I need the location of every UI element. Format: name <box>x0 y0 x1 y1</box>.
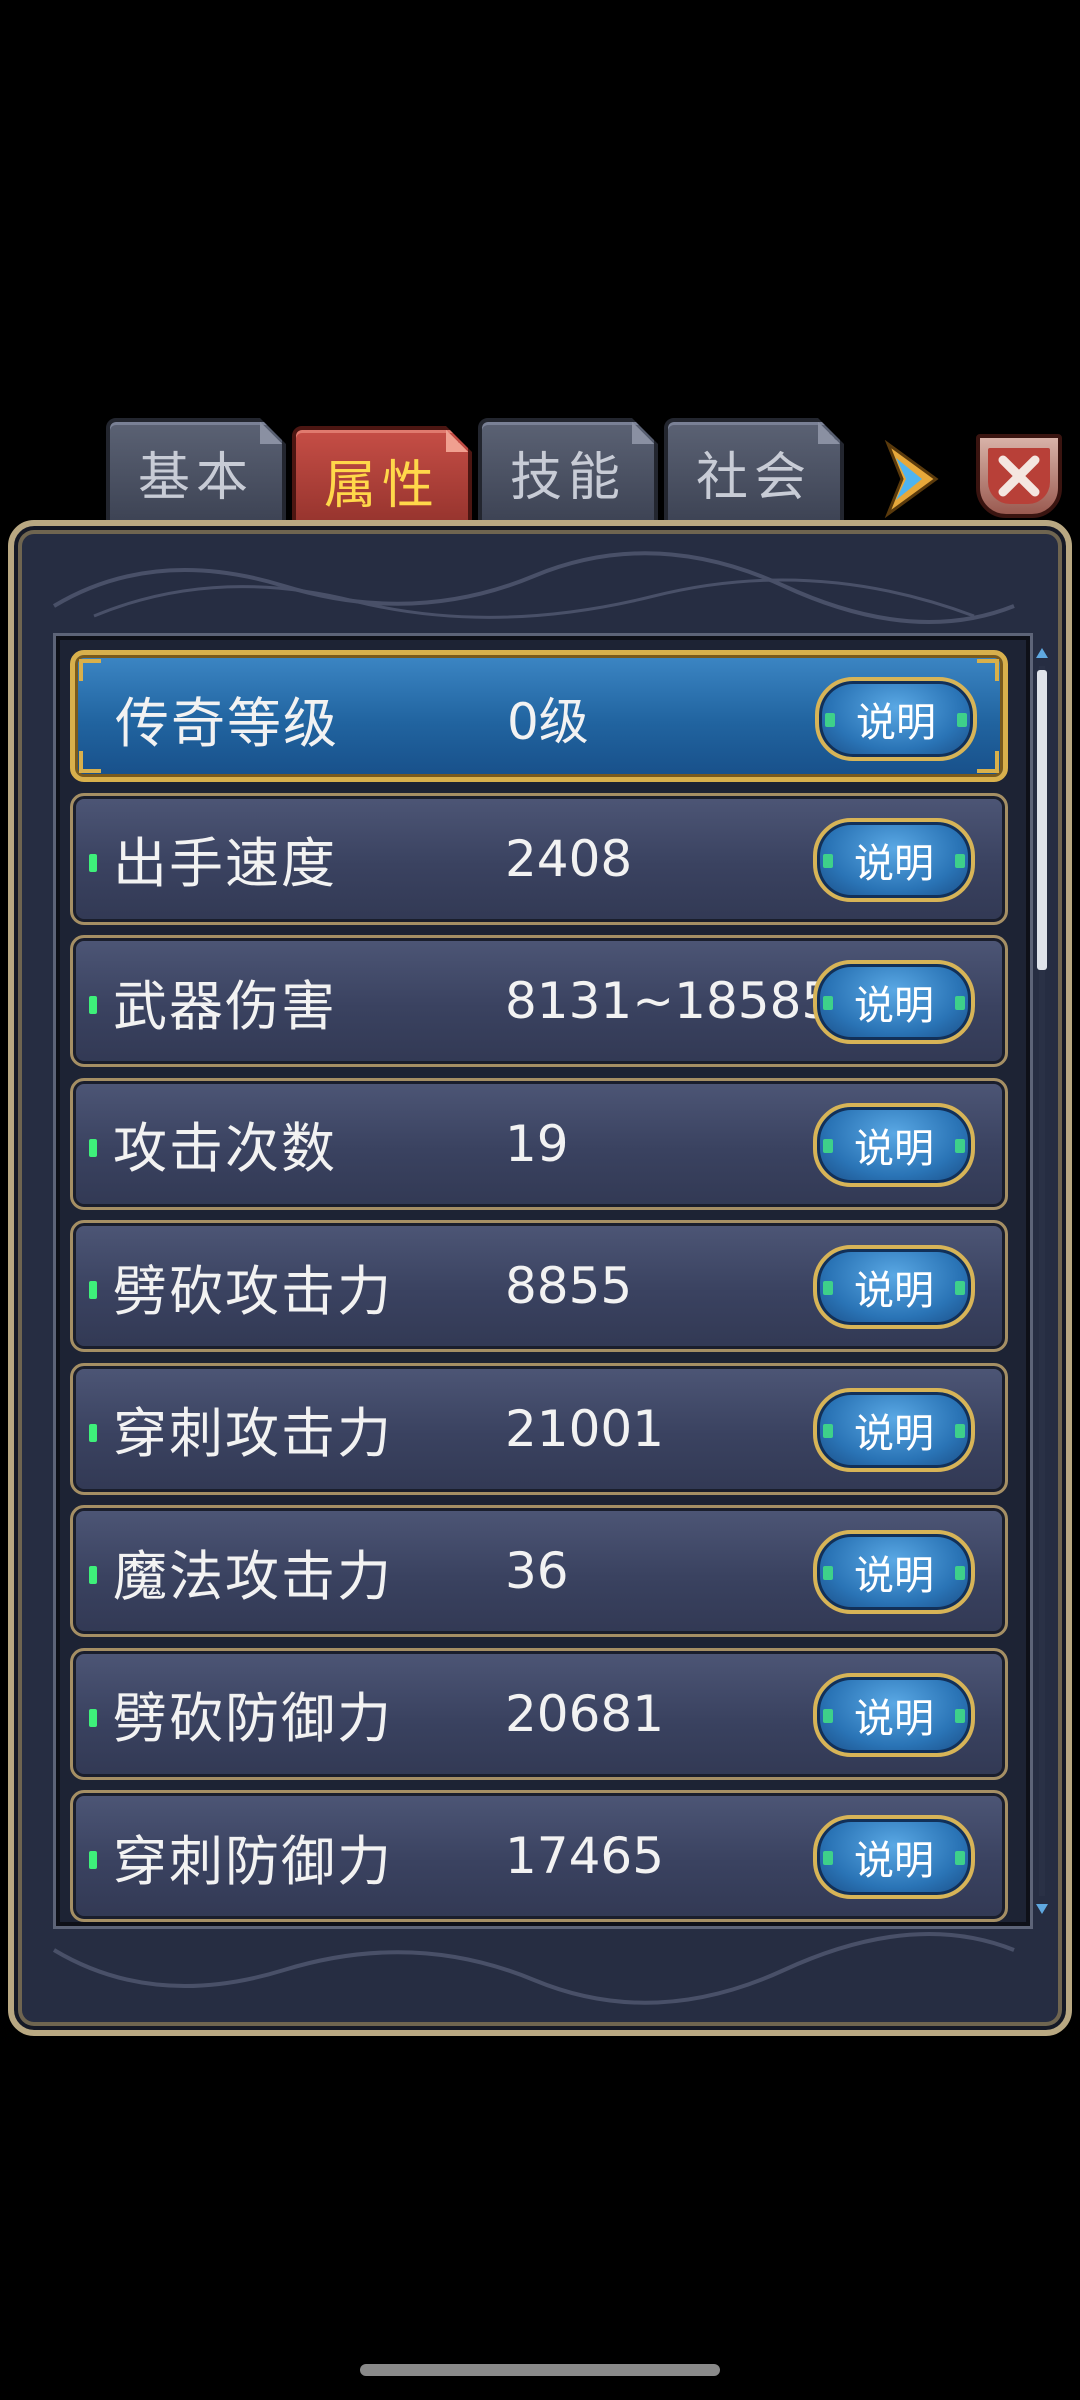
indicator-pip <box>89 853 97 872</box>
attribute-list[interactable]: 传奇等级 0级 说明 出手速度 2408 说明 武器伤害 8131~18585 说明 攻击次数 19… <box>53 633 1033 1929</box>
scroll-down-icon[interactable] <box>1036 1904 1048 1914</box>
attribute-value: 36 <box>505 1542 569 1600</box>
tab-label: 基本 <box>137 447 254 508</box>
tab-label: 属性 <box>323 455 440 516</box>
indicator-pip <box>89 996 97 1014</box>
attribute-value: 19 <box>505 1114 569 1173</box>
help-button[interactable]: 说明 <box>815 677 977 761</box>
help-button[interactable]: 说明 <box>813 817 975 902</box>
attribute-value: 21001 <box>505 1399 665 1458</box>
screen: 基本 属性 技能 社会 传奇等级 0级 说明 出手速度 2408 说明 武器伤害… <box>0 0 1080 2400</box>
attribute-name: 穿刺防御力 <box>113 1829 393 1893</box>
help-button[interactable]: 说明 <box>813 1530 975 1614</box>
indicator-pip <box>89 1566 97 1584</box>
tab-attributes[interactable]: 属性 <box>292 426 472 534</box>
attribute-name: 出手速度 <box>113 832 337 895</box>
indicator-pip <box>89 1281 97 1299</box>
attribute-row[interactable]: 穿刺攻击力 21001 说明 <box>70 1362 1008 1495</box>
help-button[interactable]: 说明 <box>813 960 975 1044</box>
attribute-value: 20681 <box>505 1684 665 1743</box>
attribute-row[interactable]: 武器伤害 8131~18585 说明 <box>70 935 1008 1067</box>
attribute-row[interactable]: 劈砍攻击力 8855 说明 <box>70 1220 1008 1352</box>
selection-corner <box>977 659 999 681</box>
scroll-up-icon[interactable] <box>1036 648 1048 658</box>
attribute-row[interactable]: 攻击次数 19 说明 <box>70 1077 1008 1210</box>
next-arrow-icon[interactable] <box>882 439 940 519</box>
tab-label: 技能 <box>509 447 626 508</box>
attribute-name: 劈砍攻击力 <box>113 1259 393 1323</box>
indicator-pip <box>89 1423 97 1442</box>
indicator-pip <box>89 1851 97 1869</box>
help-button[interactable]: 说明 <box>813 1672 975 1757</box>
attribute-name: 武器伤害 <box>113 974 337 1038</box>
tab-basic[interactable]: 基本 <box>106 418 286 526</box>
indicator-pip <box>89 1708 97 1727</box>
attribute-row[interactable]: 魔法攻击力 36 说明 <box>70 1505 1008 1637</box>
selection-corner <box>977 751 999 773</box>
indicator-pip <box>89 1138 97 1157</box>
attribute-name: 魔法攻击力 <box>113 1544 393 1608</box>
close-button[interactable] <box>976 434 1062 518</box>
scrollbar[interactable] <box>1034 646 1050 1916</box>
help-button[interactable]: 说明 <box>813 1102 975 1187</box>
attribute-value: 8131~18585 <box>505 972 834 1030</box>
attribute-value: 2408 <box>505 829 633 888</box>
tab-label: 社会 <box>695 447 812 508</box>
attribute-name: 传奇等级 <box>115 691 339 755</box>
attribute-name: 攻击次数 <box>113 1117 337 1180</box>
attribute-name: 劈砍防御力 <box>113 1687 393 1750</box>
attribute-value: 0级 <box>507 693 589 751</box>
attribute-row[interactable]: 出手速度 2408 说明 <box>70 792 1008 925</box>
help-button[interactable]: 说明 <box>813 1245 975 1329</box>
attribute-value: 17465 <box>505 1827 665 1885</box>
tab-skills[interactable]: 技能 <box>478 418 658 526</box>
attribute-row[interactable]: 穿刺防御力 17465 说明 <box>70 1790 1008 1922</box>
attribute-row[interactable]: 劈砍防御力 20681 说明 <box>70 1647 1008 1780</box>
attribute-value: 8855 <box>505 1257 633 1315</box>
help-button[interactable]: 说明 <box>813 1815 975 1899</box>
attribute-row[interactable]: 传奇等级 0级 说明 <box>70 650 1008 782</box>
panel-ornament <box>52 1932 1015 2005</box>
close-icon <box>988 448 1050 504</box>
attribute-name: 穿刺攻击力 <box>113 1402 393 1465</box>
help-button[interactable]: 说明 <box>813 1387 975 1472</box>
home-indicator[interactable] <box>360 2364 720 2376</box>
selection-corner <box>79 751 101 773</box>
scroll-thumb[interactable] <box>1037 670 1047 970</box>
selection-corner <box>79 659 101 681</box>
panel-ornament <box>52 551 1015 624</box>
tab-social[interactable]: 社会 <box>664 418 844 526</box>
